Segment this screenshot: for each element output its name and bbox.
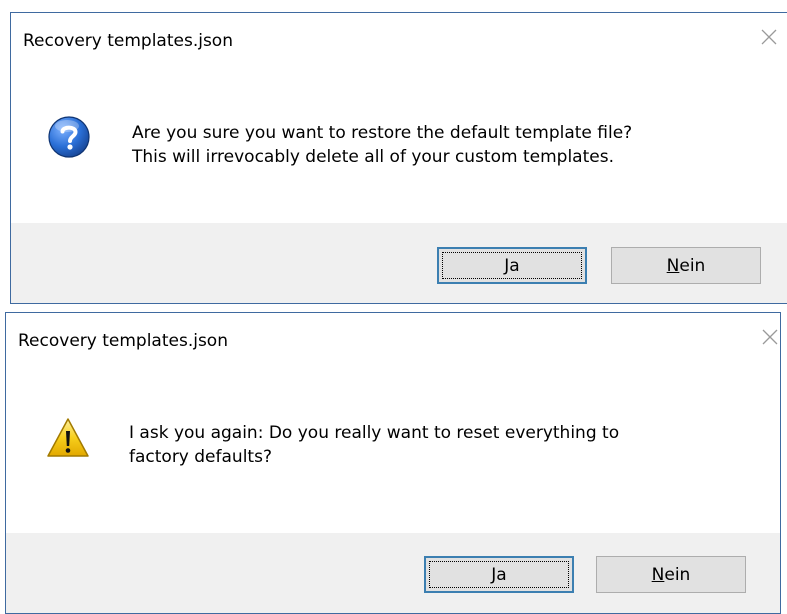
message-line-1: Are you sure you want to restore the def… <box>132 123 633 143</box>
no-label-rest: ein <box>664 564 691 585</box>
message-line-2: This will irrevocably delete all of your… <box>132 147 614 167</box>
confirm-reset-dialog: Recovery templates.json I ask you again:… <box>5 312 781 614</box>
dialog-title: Recovery templates.json <box>18 331 228 351</box>
button-bar: Ja Nein <box>11 223 787 303</box>
focus-ring <box>442 252 582 279</box>
message-text: Are you sure you want to restore the def… <box>132 121 772 169</box>
titlebar: Recovery templates.json <box>11 13 787 73</box>
message-line-1: I ask you again: Do you really want to r… <box>129 423 620 443</box>
message-line-2: factory defaults? <box>129 447 272 467</box>
no-button[interactable]: Nein <box>611 247 761 284</box>
message-text: I ask you again: Do you really want to r… <box>129 421 769 469</box>
no-label-rest: ein <box>679 255 706 276</box>
message-area: I ask you again: Do you really want to r… <box>6 373 780 523</box>
titlebar: Recovery templates.json <box>6 313 780 373</box>
close-icon[interactable] <box>760 327 780 347</box>
no-button[interactable]: Nein <box>596 556 746 593</box>
no-mnemonic: N <box>666 255 680 276</box>
close-icon[interactable] <box>759 27 779 47</box>
confirm-restore-dialog: Recovery templates.json Are you sure you… <box>10 12 787 304</box>
question-icon <box>47 115 91 159</box>
yes-button[interactable]: Ja <box>437 247 587 284</box>
no-mnemonic: N <box>651 564 665 585</box>
dialog-title: Recovery templates.json <box>23 31 233 51</box>
focus-ring <box>429 561 569 588</box>
yes-button[interactable]: Ja <box>424 556 574 593</box>
button-bar: Ja Nein <box>6 533 780 613</box>
warning-icon <box>46 416 90 460</box>
message-area: Are you sure you want to restore the def… <box>11 73 787 223</box>
